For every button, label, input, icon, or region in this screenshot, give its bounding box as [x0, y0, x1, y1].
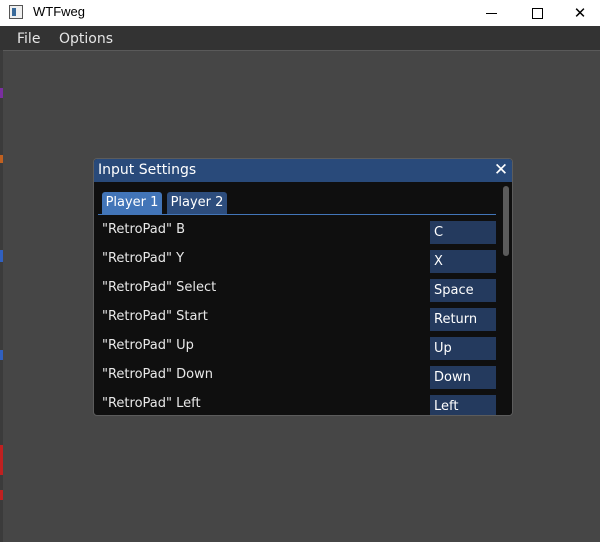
window-titlebar: WTFweg ✕: [0, 0, 600, 26]
window-title: WTFweg: [33, 4, 85, 19]
binding-label-b: "RetroPad" B: [102, 222, 186, 237]
key-button-start[interactable]: Return: [430, 308, 496, 331]
binding-label-up: "RetroPad" Up: [102, 338, 194, 353]
key-button-b[interactable]: C: [430, 221, 496, 244]
edge-mark: [0, 88, 3, 98]
minimize-button[interactable]: [468, 0, 514, 26]
dialog-close-button[interactable]: ✕: [492, 159, 510, 181]
key-button-up[interactable]: Up: [430, 337, 496, 360]
binding-label-down: "RetroPad" Down: [102, 367, 213, 382]
edge-mark: [0, 350, 3, 360]
app-icon: [9, 5, 23, 19]
dialog-header[interactable]: Input Settings ✕: [94, 159, 512, 182]
tab-player-2[interactable]: Player 2: [167, 192, 227, 214]
binding-label-select: "RetroPad" Select: [102, 280, 217, 295]
key-button-left[interactable]: Left: [430, 395, 496, 415]
minimize-icon: [485, 12, 497, 14]
dialog-scrollbar[interactable]: [500, 182, 512, 415]
menu-file[interactable]: File: [17, 31, 40, 47]
key-button-y[interactable]: X: [430, 250, 496, 273]
close-icon: ✕: [493, 160, 509, 180]
binding-label-left: "RetroPad" Left: [102, 396, 201, 411]
edge-mark: [0, 155, 3, 163]
tab-underline: [98, 214, 496, 215]
close-icon: ✕: [573, 4, 587, 22]
input-settings-dialog: Input Settings ✕ Player 1 Player 2 "Retr…: [93, 158, 513, 416]
menu-options[interactable]: Options: [59, 31, 113, 47]
menubar: File Options: [0, 26, 600, 51]
edge-mark: [0, 490, 3, 500]
background-window-edge: [0, 50, 3, 542]
binding-label-y: "RetroPad" Y: [102, 251, 185, 266]
maximize-button[interactable]: [514, 0, 560, 26]
key-button-select[interactable]: Space: [430, 279, 496, 302]
scrollbar-thumb[interactable]: [503, 186, 509, 256]
dialog-title: Input Settings: [98, 162, 197, 178]
edge-mark: [0, 250, 3, 262]
maximize-icon: [531, 7, 543, 19]
binding-label-start: "RetroPad" Start: [102, 309, 208, 324]
key-button-down[interactable]: Down: [430, 366, 496, 389]
tab-player-1[interactable]: Player 1: [102, 192, 162, 214]
edge-mark: [0, 445, 3, 475]
close-window-button[interactable]: ✕: [560, 0, 600, 26]
